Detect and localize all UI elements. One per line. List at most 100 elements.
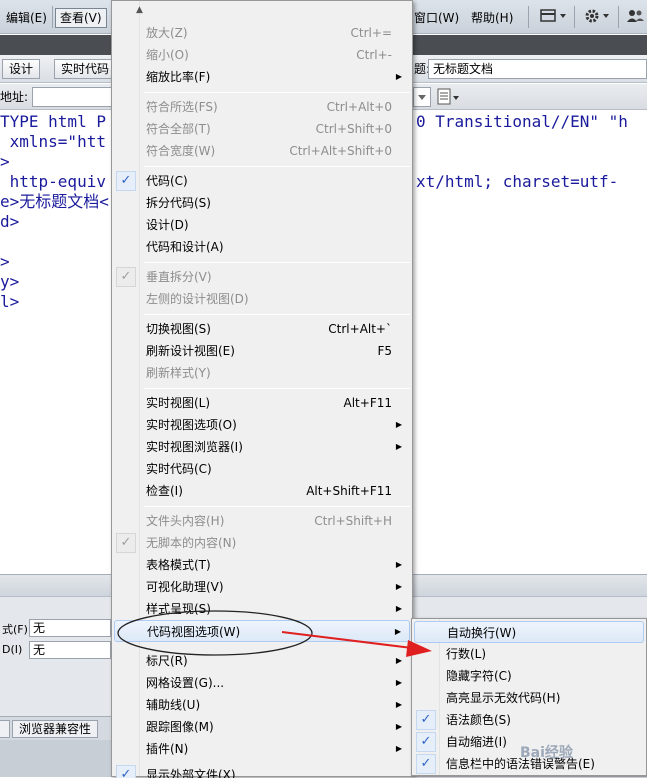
submenu-item-word-wrap[interactable]: 自动换行(W) [414,621,644,643]
code-line: l> [0,292,20,311]
menu-item-fit-all[interactable]: 符合全部(T) Ctrl+Shift+0 [114,118,410,140]
code-line: y> [0,272,20,291]
check-icon: ✓ [116,533,136,553]
menu-separator [144,92,410,93]
menu-item-refresh-design[interactable]: 刷新设计视图(E) F5 [114,340,410,362]
menu-item-live-view[interactable]: 实时视图(L) Alt+F11 [114,392,410,414]
menu-item-vertical-split[interactable]: ✓ 垂直拆分(V) [114,266,410,288]
menu-item-live-code[interactable]: 实时代码(C) [114,458,410,480]
submenu-item-line-numbers[interactable]: 行数(L) [414,643,644,665]
check-icon: ✓ [116,267,136,287]
menubar-divider [618,6,619,28]
address-input[interactable] [32,87,112,107]
code-line: e>无标题文档< [0,192,109,211]
submenu-arrow-icon: ▶ [395,442,402,451]
menubar-divider [52,6,53,28]
menu-item-refresh-styles[interactable]: 刷新样式(Y) [114,362,410,384]
menu-separator [144,388,410,389]
address-dropdown[interactable] [413,87,431,107]
menu-item-design-on-left[interactable]: 左侧的设计视图(D) [114,288,410,310]
check-icon: ✓ [416,754,436,774]
menu-item-code-and-design[interactable]: 代码和设计(A) [114,236,410,258]
submenu-arrow-icon: ▶ [395,700,402,709]
code-line: xmlns="htt [0,132,106,151]
people-icon[interactable] [626,8,646,28]
submenu-item-hidden-chars[interactable]: 隐藏字符(C) [414,665,644,687]
menu-item-fit-selection[interactable]: 符合所选(FS) Ctrl+Alt+0 [114,96,410,118]
code-line: xt/html; charset=utf- [416,172,619,191]
menu-item-code[interactable]: ✓ 代码(C) [114,170,410,192]
menubar-divider [528,6,529,28]
menu-item-code-view-options[interactable]: 代码视图选项(W) ▶ [114,620,410,642]
menu-item-style-rendering[interactable]: 样式呈现(S) ▶ [114,598,410,620]
panel-tab[interactable] [0,720,10,738]
menu-window[interactable]: 窗口(W) [414,8,463,28]
scroll-up-icon[interactable]: ▲ [136,5,143,15]
view-menu-dropdown: ▲ 放大(Z) Ctrl+= 缩小(O) Ctrl+- 缩放比率(F) ▶ 符合所选(… [111,0,413,778]
submenu-arrow-icon: ▶ [395,678,402,687]
live-code-button[interactable]: 实时代码 [54,59,117,79]
menu-item-head-content[interactable]: 文件头内容(H) Ctrl+Shift+H [114,510,410,532]
menu-item-zoom-out[interactable]: 缩小(O) Ctrl+- [114,44,410,66]
code-line: TYPE html P [0,112,106,131]
menu-item-visual-aids[interactable]: 可视化助理(V) ▶ [114,576,410,598]
menu-item-tracing-image[interactable]: 跟踪图像(M) ▶ [114,716,410,738]
format-select[interactable]: 无 [29,619,111,637]
submenu-arrow-icon: ▶ [395,72,402,81]
code-line: > [0,252,10,271]
submenu-arrow-icon: ▶ [395,420,402,429]
submenu-arrow-icon: ▶ [395,582,402,591]
submenu-arrow-icon: ▶ [395,560,402,569]
title-input[interactable]: 无标题文档 [428,59,647,79]
code-line: http-equiv [0,172,106,191]
menu-item-plugins[interactable]: 插件(N) ▶ [114,738,410,760]
tab-browser-compatibility[interactable]: 浏览器兼容性 [12,720,99,738]
menu-item-noscript-content[interactable]: ✓ 无脚本的内容(N) [114,532,410,554]
menu-separator [144,506,410,507]
options-menu-icon[interactable] [437,88,463,109]
code-line: d> [0,212,20,231]
check-icon: ✓ [416,710,436,730]
check-icon: ✓ [116,171,136,191]
submenu-arrow-icon: ▶ [394,627,401,636]
design-button[interactable]: 设计 [2,59,41,79]
menu-item-design[interactable]: 设计(D) [114,214,410,236]
address-label: 地址: [0,90,29,104]
menu-item-fit-width[interactable]: 符合宽度(W) Ctrl+Alt+Shift+0 [114,140,410,162]
menu-item-show-external[interactable]: ✓ 显示外部文件(X) [114,764,410,778]
menu-item-guides[interactable]: 辅助线(U) ▶ [114,694,410,716]
check-icon: ✓ [416,732,436,752]
menu-item-zoom-in[interactable]: 放大(Z) Ctrl+= [114,22,410,44]
code-line: > [0,152,10,171]
code-line: 0 Transitional//EN" "h [416,112,628,131]
submenu-item-highlight-invalid[interactable]: 高亮显示无效代码(H) [414,687,644,709]
submenu-arrow-icon: ▶ [395,744,402,753]
menu-separator [144,314,410,315]
menu-view[interactable]: 查看(V) [55,8,107,28]
menu-item-switch-views[interactable]: 切换视图(S) Ctrl+Alt+` [114,318,410,340]
menu-item-live-view-options[interactable]: 实时视图选项(O) ▶ [114,414,410,436]
format-label: 式(F) [2,623,28,636]
menu-item-grid[interactable]: 网格设置(G)... ▶ [114,672,410,694]
submenu-arrow-icon: ▶ [395,604,402,613]
layout-icon[interactable] [540,8,570,28]
menu-item-live-view-browser[interactable]: 实时视图浏览器(I) ▶ [114,436,410,458]
submenu-arrow-icon: ▶ [395,722,402,731]
submenu-arrow-icon: ▶ [395,656,402,665]
menu-edit[interactable]: 编辑(E) [2,8,51,28]
menu-item-split-code[interactable]: 拆分代码(S) [114,192,410,214]
id-select[interactable]: 无 [29,641,111,659]
submenu-item-syntax-coloring[interactable]: ✓ 语法颜色(S) [414,709,644,731]
menu-item-rulers[interactable]: 标尺(R) ▶ [114,650,410,672]
menu-separator [144,166,410,167]
menu-item-zoom-ratio[interactable]: 缩放比率(F) ▶ [114,66,410,88]
menu-help[interactable]: 帮助(H) [467,8,517,28]
watermark-logo: Bai经验 [520,745,573,761]
menu-separator [144,262,410,263]
gear-icon[interactable] [584,8,614,28]
menubar-divider [574,6,575,28]
id-label: D(I) [2,643,23,656]
menu-item-inspect[interactable]: 检查(I) Alt+Shift+F11 [114,480,410,502]
menu-item-table-mode[interactable]: 表格模式(T) ▶ [114,554,410,576]
check-icon: ✓ [116,765,136,778]
